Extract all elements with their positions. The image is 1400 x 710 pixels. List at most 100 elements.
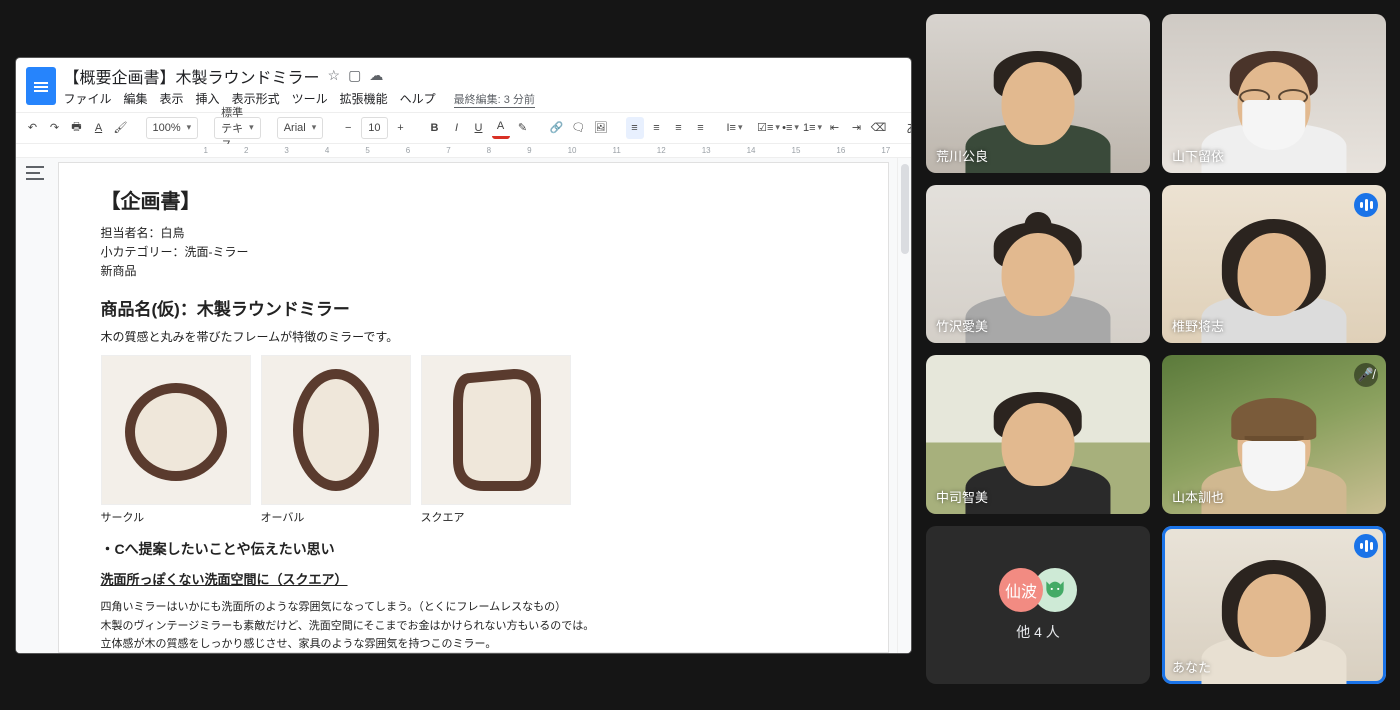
scrollbar[interactable] bbox=[897, 158, 911, 653]
mirror-oval-image[interactable] bbox=[261, 355, 411, 505]
participant-name: 中司智美 bbox=[936, 487, 988, 506]
highlight-button[interactable]: ✎ bbox=[514, 117, 532, 139]
docs-ruler[interactable]: 1 2 3 4 5 6 7 8 9 10 11 12 13 14 15 16 1… bbox=[16, 144, 911, 158]
outline-icon[interactable] bbox=[26, 166, 44, 180]
section-title: 洗面所っぽくない洗面空間に（スクエア） bbox=[101, 569, 348, 588]
clear-formatting-button[interactable]: ⌫ bbox=[870, 117, 888, 139]
menu-file[interactable]: ファイル bbox=[64, 90, 112, 107]
menu-edit[interactable]: 編集 bbox=[124, 90, 148, 107]
docs-header: 【概要企画書】木製ラウンドミラー ☆ ▢ ☁ ファイル 編集 表示 挿入 表示形… bbox=[16, 58, 911, 108]
ruler-mark: 1 bbox=[204, 146, 208, 155]
indent-increase-button[interactable]: ⇥ bbox=[848, 117, 866, 139]
align-right-button[interactable]: ≡ bbox=[670, 117, 688, 139]
doc-title[interactable]: 【概要企画書】木製ラウンドミラー bbox=[64, 64, 320, 88]
ruler-mark: 5 bbox=[365, 146, 369, 155]
self-name: あなた bbox=[1172, 657, 1211, 676]
docs-left-sidebar bbox=[16, 158, 54, 653]
ruler-mark: 14 bbox=[747, 146, 756, 155]
doc-meta-line: 新商品 bbox=[101, 262, 848, 281]
underline-button[interactable]: U bbox=[470, 117, 488, 139]
body-line: 木製のヴィンテージミラーも素敵だけど、洗面空間にそこまでお金はかけられない方もい… bbox=[101, 617, 848, 636]
align-center-button[interactable]: ≡ bbox=[648, 117, 666, 139]
others-tile[interactable]: 仙波 他 4 人 bbox=[926, 526, 1150, 685]
print-button[interactable]: 🖶 bbox=[68, 117, 86, 139]
font-size-decrement[interactable]: − bbox=[339, 117, 357, 139]
last-edit-label[interactable]: 最終編集: 3 分前 bbox=[454, 91, 535, 108]
bold-button[interactable]: B bbox=[426, 117, 444, 139]
menu-view[interactable]: 表示 bbox=[160, 90, 184, 107]
mirror-caption: スクエア bbox=[421, 505, 571, 525]
font-size-input[interactable]: 10 bbox=[361, 117, 387, 139]
doc-meta-line: 小カテゴリー：洗面-ミラー bbox=[101, 243, 848, 262]
ruler-mark: 7 bbox=[446, 146, 450, 155]
participant-grid: 荒川公良 山下留依 竹沢愛美 椎野将志 中司智美 🎤̸ 山本訓也 bbox=[926, 14, 1386, 696]
participant-name: 竹沢愛美 bbox=[936, 316, 988, 335]
mirror-caption: サークル bbox=[101, 505, 251, 525]
doc-meta: 担当者名：白鳥 小カテゴリー：洗面-ミラー 新商品 bbox=[101, 224, 848, 282]
docs-menubar: ファイル 編集 表示 挿入 表示形式 ツール 拡張機能 ヘルプ 最終編集: 3 … bbox=[64, 90, 901, 108]
add-comment-button[interactable]: 🗨 bbox=[570, 117, 588, 139]
google-docs-window: 【概要企画書】木製ラウンドミラー ☆ ▢ ☁ ファイル 編集 表示 挿入 表示形… bbox=[16, 58, 911, 653]
ruler-mark: 16 bbox=[836, 146, 845, 155]
line-spacing-button[interactable]: I≡ bbox=[726, 117, 744, 139]
align-left-button[interactable]: ≡ bbox=[626, 117, 644, 139]
participant-tile[interactable]: 椎野将志 bbox=[1162, 185, 1386, 344]
body-line: 四角いミラーはいかにも洗面所のような雰囲気になってしまう。（とくにフレームレスな… bbox=[101, 598, 848, 617]
ruler-mark: 12 bbox=[657, 146, 666, 155]
doc-meta-line: 担当者名：白鳥 bbox=[101, 224, 848, 243]
menu-tools[interactable]: ツール bbox=[292, 90, 328, 107]
ruler-mark: 9 bbox=[527, 146, 531, 155]
menu-help[interactable]: ヘルプ bbox=[400, 90, 436, 107]
ruler-mark: 4 bbox=[325, 146, 329, 155]
mirror-circle-image[interactable] bbox=[101, 355, 251, 505]
avatar-initial: 仙波 bbox=[999, 568, 1043, 612]
zoom-dropdown[interactable]: 100% bbox=[146, 117, 199, 139]
numbered-list-button[interactable]: 1≡ bbox=[804, 117, 822, 139]
bulleted-list-button[interactable]: •≡ bbox=[782, 117, 800, 139]
paragraph-style-dropdown[interactable]: 標準テキス… bbox=[214, 117, 261, 139]
star-icon[interactable]: ☆ bbox=[328, 67, 341, 84]
paint-format-button[interactable]: 🖌 bbox=[112, 117, 130, 139]
checklist-button[interactable]: ☑≡ bbox=[760, 117, 778, 139]
undo-button[interactable]: ↶ bbox=[24, 117, 42, 139]
mirror-square-image[interactable] bbox=[421, 355, 571, 505]
participant-tile[interactable]: 竹沢愛美 bbox=[926, 185, 1150, 344]
menu-extensions[interactable]: 拡張機能 bbox=[340, 90, 388, 107]
ruler-mark: 17 bbox=[881, 146, 890, 155]
product-description: 木の質感と丸みを帯びたフレームが特徴のミラーです。 bbox=[101, 328, 848, 345]
docs-toolbar: ↶ ↷ 🖶 A 🖌 100% 標準テキス… Arial − 10 + B I U bbox=[16, 112, 911, 144]
mirror-square: スクエア bbox=[421, 355, 571, 525]
participant-tile[interactable]: 🎤̸ 山本訓也 bbox=[1162, 355, 1386, 514]
italic-button[interactable]: I bbox=[448, 117, 466, 139]
align-justify-button[interactable]: ≡ bbox=[692, 117, 710, 139]
text-color-button[interactable]: A bbox=[492, 117, 510, 139]
docs-titlebar: 【概要企画書】木製ラウンドミラー ☆ ▢ ☁ ファイル 編集 表示 挿入 表示形… bbox=[64, 64, 901, 108]
ruler-mark: 10 bbox=[568, 146, 577, 155]
move-icon[interactable]: ▢ bbox=[348, 67, 361, 84]
mirror-image-row: サークル オーバル スクエア bbox=[101, 355, 848, 525]
ruler-mark: 3 bbox=[284, 146, 288, 155]
indent-decrease-button[interactable]: ⇤ bbox=[826, 117, 844, 139]
participant-tile[interactable]: 山下留依 bbox=[1162, 14, 1386, 173]
ruler-mark: 11 bbox=[612, 146, 620, 155]
insert-link-button[interactable]: 🔗 bbox=[548, 117, 566, 139]
participant-tile[interactable]: 荒川公良 bbox=[926, 14, 1150, 173]
input-tools-button[interactable]: あ bbox=[904, 117, 911, 139]
insert-image-button[interactable]: 🖼 bbox=[592, 117, 610, 139]
font-dropdown[interactable]: Arial bbox=[277, 117, 324, 139]
mirror-caption: オーバル bbox=[261, 505, 411, 525]
doc-title-icons: ☆ ▢ ☁ bbox=[328, 67, 384, 84]
meet-app: 【概要企画書】木製ラウンドミラー ☆ ▢ ☁ ファイル 編集 表示 挿入 表示形… bbox=[0, 0, 1400, 710]
spellcheck-button[interactable]: A bbox=[90, 117, 108, 139]
ruler-mark: 15 bbox=[792, 146, 801, 155]
document-page[interactable]: 【企画書】 担当者名：白鳥 小カテゴリー：洗面-ミラー 新商品 商品名(仮)：木… bbox=[58, 162, 889, 653]
ruler-mark: 2 bbox=[244, 146, 248, 155]
self-tile[interactable]: あなた bbox=[1162, 526, 1386, 685]
docs-body: 【企画書】 担当者名：白鳥 小カテゴリー：洗面-ミラー 新商品 商品名(仮)：木… bbox=[16, 158, 911, 653]
mirror-oval: オーバル bbox=[261, 355, 411, 525]
ruler-mark: 13 bbox=[702, 146, 711, 155]
participant-tile[interactable]: 中司智美 bbox=[926, 355, 1150, 514]
redo-button[interactable]: ↷ bbox=[46, 117, 64, 139]
menu-insert[interactable]: 挿入 bbox=[196, 90, 220, 107]
font-size-increment[interactable]: + bbox=[392, 117, 410, 139]
